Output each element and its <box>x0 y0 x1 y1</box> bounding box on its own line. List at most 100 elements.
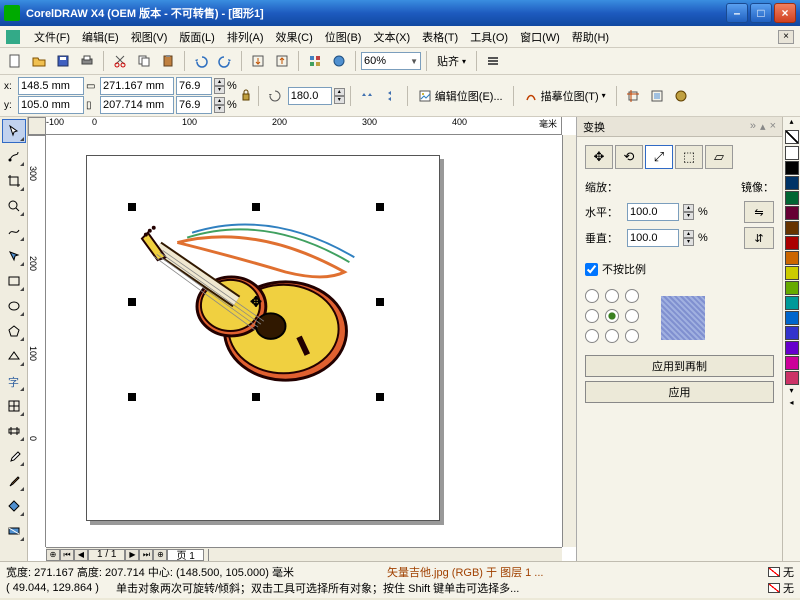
menu-help[interactable]: 帮助(H) <box>566 27 615 47</box>
import-button[interactable] <box>247 50 269 72</box>
color-swatch[interactable] <box>785 251 799 265</box>
canvas-viewport[interactable]: ✥ <box>46 135 562 547</box>
child-close-button[interactable]: × <box>778 30 794 44</box>
menu-edit[interactable]: 编辑(E) <box>76 27 125 47</box>
docker-titlebar[interactable]: 变换 » ▴ × <box>577 117 782 137</box>
color-swatch[interactable] <box>785 296 799 310</box>
mirror-h-docker-button[interactable]: ⇋ <box>744 201 774 223</box>
scale-x-input[interactable] <box>176 77 212 95</box>
open-button[interactable] <box>28 50 50 72</box>
page-tab-1[interactable]: 页 1 <box>167 549 203 561</box>
menu-window[interactable]: 窗口(W) <box>514 27 566 47</box>
crop-bitmap-button[interactable] <box>622 85 644 107</box>
ellipse-tool[interactable] <box>2 294 26 318</box>
menu-table[interactable]: 表格(T) <box>416 27 464 47</box>
transform-skew-tab[interactable]: ▱ <box>705 145 733 169</box>
eyedropper-tool[interactable] <box>2 444 26 468</box>
selection-handle-w[interactable] <box>128 298 136 306</box>
rotation-input[interactable] <box>288 87 332 105</box>
palette-down-button[interactable]: ▾ <box>783 386 800 398</box>
scale-y-input[interactable] <box>176 96 212 114</box>
height-input[interactable] <box>100 96 174 114</box>
selected-bitmap[interactable]: ✥ <box>132 207 380 397</box>
options-button[interactable] <box>482 50 504 72</box>
apply-button[interactable]: 应用 <box>585 381 774 403</box>
no-color-swatch[interactable] <box>785 130 799 144</box>
color-swatch[interactable] <box>785 356 799 370</box>
fill-tool[interactable] <box>2 494 26 518</box>
polygon-tool[interactable] <box>2 319 26 343</box>
selection-handle-s[interactable] <box>252 393 260 401</box>
first-page-button[interactable]: ⏮ <box>60 549 74 561</box>
color-swatch[interactable] <box>785 266 799 280</box>
color-swatch[interactable] <box>785 206 799 220</box>
color-swatch[interactable] <box>785 161 799 175</box>
redo-button[interactable] <box>214 50 236 72</box>
selection-handle-ne[interactable] <box>376 203 384 211</box>
cut-button[interactable] <box>109 50 131 72</box>
outline-indicator-icon[interactable] <box>768 583 780 593</box>
menu-file[interactable]: 文件(F) <box>28 27 76 47</box>
interactive-fill-tool[interactable] <box>2 519 26 543</box>
ruler-origin[interactable] <box>28 117 46 135</box>
color-swatch[interactable] <box>785 236 799 250</box>
pick-tool[interactable] <box>2 119 26 143</box>
scrollbar-horizontal[interactable] <box>208 549 562 561</box>
resample-button[interactable] <box>646 85 668 107</box>
undo-button[interactable] <box>190 50 212 72</box>
selection-handle-n[interactable] <box>252 203 260 211</box>
color-swatch[interactable] <box>785 371 799 385</box>
color-swatch[interactable] <box>785 311 799 325</box>
scrollbar-vertical[interactable] <box>562 135 576 547</box>
palette-flyout-button[interactable]: ◂ <box>783 398 800 410</box>
copy-button[interactable] <box>133 50 155 72</box>
last-page-button[interactable]: ⏭ <box>139 549 153 561</box>
selection-handle-nw[interactable] <box>128 203 136 211</box>
scale-v-spinner[interactable]: ▴▾ <box>683 230 694 246</box>
close-button[interactable]: × <box>774 3 796 23</box>
mirror-h-button[interactable] <box>356 85 378 107</box>
ruler-horizontal[interactable]: -100 0 100 200 300 400 毫米 <box>46 117 562 135</box>
add-page-button[interactable]: ⊕ <box>46 549 60 561</box>
text-tool[interactable]: 字 <box>2 369 26 393</box>
interactive-tool[interactable] <box>2 419 26 443</box>
paste-button[interactable] <box>157 50 179 72</box>
scale-h-spinner[interactable]: ▴▾ <box>683 204 694 220</box>
mirror-v-docker-button[interactable]: ⇵ <box>744 227 774 249</box>
prev-page-button[interactable]: ◀ <box>74 549 88 561</box>
next-page-button[interactable]: ▶ <box>125 549 139 561</box>
mirror-v-button[interactable] <box>380 85 402 107</box>
palette-up-button[interactable]: ▴ <box>783 117 800 129</box>
transform-size-tab[interactable]: ⬚ <box>675 145 703 169</box>
save-button[interactable] <box>52 50 74 72</box>
menu-effects[interactable]: 效果(C) <box>270 27 319 47</box>
shape-tool[interactable] <box>2 144 26 168</box>
bitmap-mask-button[interactable] <box>670 85 692 107</box>
fill-indicator-icon[interactable] <box>768 567 780 577</box>
x-position-input[interactable] <box>18 77 84 95</box>
rectangle-tool[interactable] <box>2 269 26 293</box>
print-button[interactable] <box>76 50 98 72</box>
selection-handle-e[interactable] <box>376 298 384 306</box>
export-button[interactable] <box>271 50 293 72</box>
y-position-input[interactable] <box>18 96 84 114</box>
transform-rotate-tab[interactable]: ⟲ <box>615 145 643 169</box>
width-input[interactable] <box>100 77 174 95</box>
add-page-after-button[interactable]: ⊕ <box>153 549 167 561</box>
menu-view[interactable]: 视图(V) <box>125 27 174 47</box>
menu-bitmaps[interactable]: 位图(B) <box>319 27 368 47</box>
transform-scale-tab[interactable]: ⤢ <box>645 145 673 169</box>
minimize-button[interactable]: – <box>726 3 748 23</box>
rotation-spinner[interactable]: ▴▾ <box>334 88 345 104</box>
menu-layout[interactable]: 版面(L) <box>173 27 220 47</box>
freehand-tool[interactable] <box>2 219 26 243</box>
smart-fill-tool[interactable] <box>2 244 26 268</box>
menu-tools[interactable]: 工具(O) <box>464 27 514 47</box>
color-swatch[interactable] <box>785 176 799 190</box>
crop-tool[interactable] <box>2 169 26 193</box>
anchor-point-grid[interactable] <box>585 289 643 347</box>
scale-v-input[interactable] <box>627 229 679 247</box>
snap-dropdown[interactable]: 贴齐 ▾ <box>432 51 471 71</box>
scale-h-input[interactable] <box>627 203 679 221</box>
docker-collapse-icon[interactable]: » <box>750 120 756 133</box>
